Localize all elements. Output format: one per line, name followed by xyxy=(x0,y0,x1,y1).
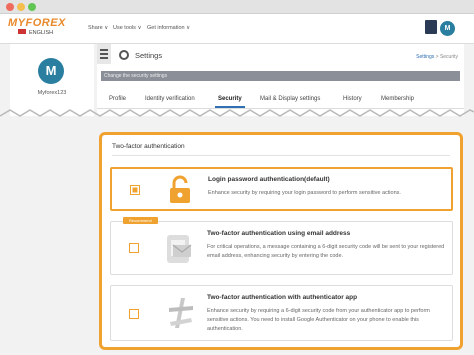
user-avatar[interactable]: M xyxy=(440,21,455,36)
nav-use-tools[interactable]: Use tools ∨ xyxy=(113,25,141,31)
sidebar-username: Myforex123 xyxy=(37,90,67,96)
tab-mail-display-settings[interactable]: Mail & Display settings xyxy=(260,96,320,102)
id-card-icon[interactable] xyxy=(425,20,437,34)
torn-edge-divider xyxy=(0,109,474,117)
breadcrumb: Settings > Security xyxy=(416,54,458,60)
gear-icon xyxy=(119,50,129,60)
window-titlebar xyxy=(0,0,474,14)
recommend-badge: Recommend xyxy=(123,217,158,224)
section-title: Two-factor authentication xyxy=(112,143,185,150)
close-window-button[interactable] xyxy=(6,3,14,11)
sidebar-avatar: M xyxy=(38,58,64,84)
page-description: Change the security settings xyxy=(101,71,460,81)
tab-history[interactable]: History xyxy=(343,96,362,102)
nav-share[interactable]: Share ∨ xyxy=(88,25,108,31)
option-checkbox[interactable] xyxy=(130,185,140,195)
option-description: Enhance security by requiring your login… xyxy=(208,190,401,196)
option-login-password[interactable]: Login password authentication(default) E… xyxy=(110,167,453,211)
uk-flag-icon xyxy=(18,29,26,35)
two-factor-section: Two-factor authentication Login password… xyxy=(99,132,463,350)
option-title: Login password authentication(default) xyxy=(208,176,330,183)
option-authenticator-2fa[interactable]: Two-factor authentication with authentic… xyxy=(110,285,453,341)
language-selector[interactable]: ENGLISH xyxy=(18,29,54,36)
option-title: Two-factor authentication with authentic… xyxy=(207,294,358,301)
padlock-icon xyxy=(170,175,190,203)
email-device-icon xyxy=(167,235,192,263)
minimize-window-button[interactable] xyxy=(17,3,25,11)
browser-window: MYFOREX ENGLISH Share ∨ Use tools ∨ Get … xyxy=(0,0,474,355)
section-divider xyxy=(112,155,450,156)
option-description: Enhance security by requiring a 6-digit … xyxy=(207,308,430,332)
sidebar-profile: M Myforex123 xyxy=(10,44,94,116)
maximize-window-button[interactable] xyxy=(28,3,36,11)
option-checkbox[interactable] xyxy=(129,243,139,253)
option-title: Two-factor authentication using email ad… xyxy=(207,230,351,237)
option-email-2fa[interactable]: Recommend Two-factor authentication usin… xyxy=(110,217,453,275)
tab-identity-verification[interactable]: Identity verification xyxy=(145,96,195,102)
nav-get-information[interactable]: Get information ∨ xyxy=(147,25,190,31)
page-title: Settings xyxy=(135,51,163,60)
breadcrumb-settings-link[interactable]: Settings xyxy=(416,54,434,60)
tab-membership[interactable]: Membership xyxy=(381,96,414,102)
tab-profile[interactable]: Profile xyxy=(109,96,126,102)
site-header: MYFOREX ENGLISH Share ∨ Use tools ∨ Get … xyxy=(0,14,474,44)
language-label: ENGLISH xyxy=(29,30,54,36)
authenticator-icon xyxy=(169,298,193,328)
breadcrumb-separator: > xyxy=(435,54,439,60)
tab-security[interactable]: Security xyxy=(215,96,245,108)
option-description: For critical operations, a message conta… xyxy=(207,244,445,259)
main-panel: Settings Settings > Security Change the … xyxy=(97,44,464,116)
breadcrumb-current: Security xyxy=(439,54,458,60)
option-checkbox[interactable] xyxy=(129,309,139,319)
site-logo[interactable]: MYFOREX xyxy=(8,17,66,29)
menu-toggle-button[interactable] xyxy=(97,44,111,64)
